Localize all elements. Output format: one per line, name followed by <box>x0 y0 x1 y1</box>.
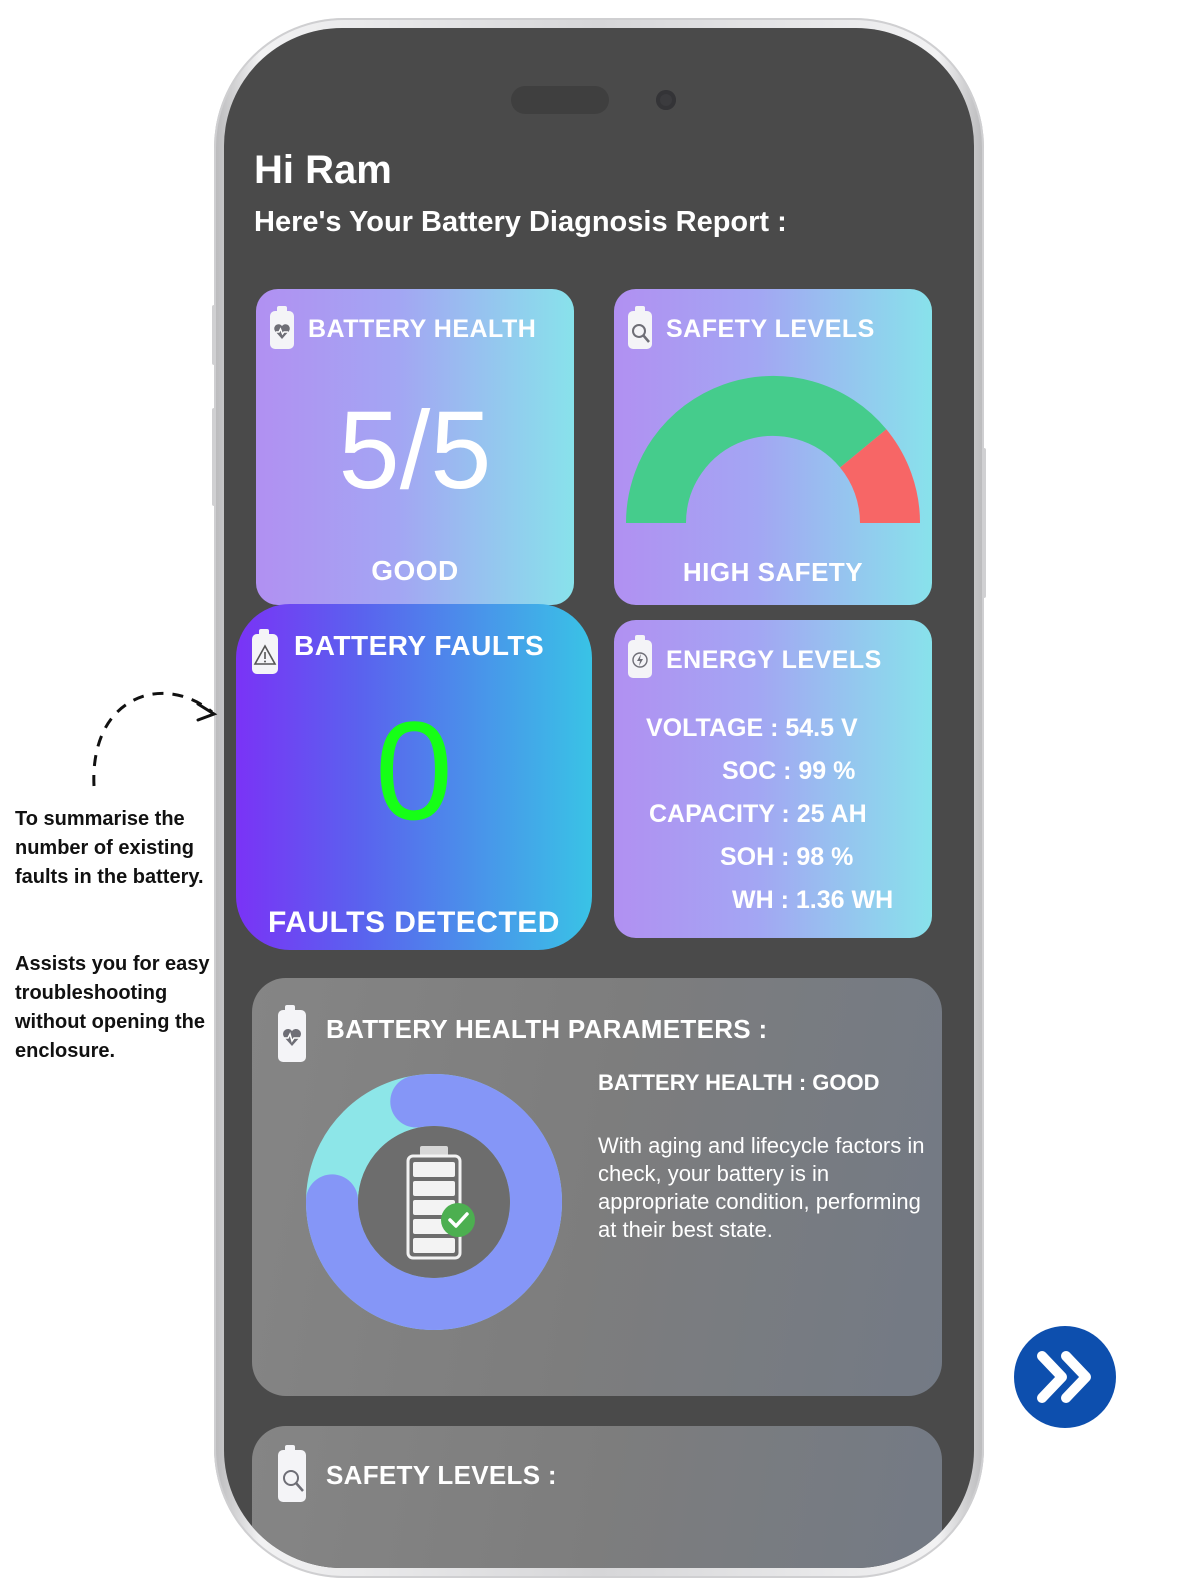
battery-health-score: 5/5 <box>338 389 492 512</box>
greeting: Hi Ram <box>254 148 392 192</box>
safety-levels-card[interactable]: SAFETY LEVELS HIGH SAFETY <box>614 289 932 605</box>
dynamic-island <box>511 86 609 114</box>
battery-faults-card[interactable]: BATTERY FAULTS 0 FAULTS DETECTED <box>236 604 592 950</box>
phone-side-button <box>212 408 216 506</box>
safety-levels-title: SAFETY LEVELS <box>666 315 875 343</box>
safety-levels-parameters-card: SAFETY LEVELS : <box>252 1426 942 1568</box>
battery-heart-icon <box>278 1005 306 1062</box>
safety-gauge <box>626 376 920 525</box>
wh-value: WH : 1.36 WH <box>732 886 894 914</box>
annotation-faults-summary: To summarise the number of existing faul… <box>15 808 204 888</box>
battery-search-icon <box>278 1445 306 1502</box>
battery-health-title: BATTERY HEALTH <box>308 315 537 343</box>
safety-parameters-title: SAFETY LEVELS : <box>326 1460 557 1490</box>
battery-bolt-icon <box>628 635 652 678</box>
faults-detected-label: FAULTS DETECTED <box>268 906 560 939</box>
health-parameters-title: BATTERY HEALTH PARAMETERS : <box>326 1014 768 1044</box>
energy-levels-card[interactable]: ENERGY LEVELS VOLTAGE : 54.5 V SOC : 99 … <box>614 620 932 938</box>
phone-side-button <box>212 305 216 365</box>
annotation-troubleshooting: Assists you for easy troubleshooting wit… <box>15 953 210 1062</box>
safety-status: HIGH SAFETY <box>682 557 864 587</box>
battery-warning-icon <box>252 629 278 674</box>
health-description: With aging and lifecycle factors in chec… <box>598 1133 925 1242</box>
soc-value: SOC : 99 % <box>722 757 856 785</box>
next-button[interactable] <box>1014 1326 1116 1428</box>
faults-count: 0 <box>375 692 453 849</box>
soh-value: SOH : 98 % <box>720 843 854 871</box>
phone-side-button <box>982 448 986 598</box>
battery-health-status: GOOD <box>371 555 459 586</box>
page-subtitle: Here's Your Battery Diagnosis Report : <box>254 206 787 238</box>
battery-health-parameters-card: BATTERY HEALTH PARAMETERS : BATTERY HEAL… <box>252 978 942 1396</box>
health-donut-chart <box>306 1074 562 1330</box>
double-chevron-right-icon <box>1037 1351 1091 1403</box>
battery-health-card[interactable]: BATTERY HEALTH 5/5 GOOD <box>256 289 574 605</box>
battery-search-icon <box>628 306 652 349</box>
phone-screen: Hi Ram Here's Your Battery Diagnosis Rep… <box>224 28 974 1568</box>
gauge-safe-segment <box>626 376 887 524</box>
health-status-label: BATTERY HEALTH : GOOD <box>598 1070 880 1095</box>
front-camera <box>656 90 676 110</box>
gauge-danger-segment <box>839 429 920 525</box>
capacity-value: CAPACITY : 25 AH <box>649 800 867 828</box>
battery-faults-title: BATTERY FAULTS <box>294 630 545 661</box>
battery-heart-icon <box>270 306 294 349</box>
voltage-value: VOLTAGE : 54.5 V <box>646 714 858 742</box>
dashed-arrow <box>92 691 218 787</box>
energy-levels-title: ENERGY LEVELS <box>666 646 882 674</box>
